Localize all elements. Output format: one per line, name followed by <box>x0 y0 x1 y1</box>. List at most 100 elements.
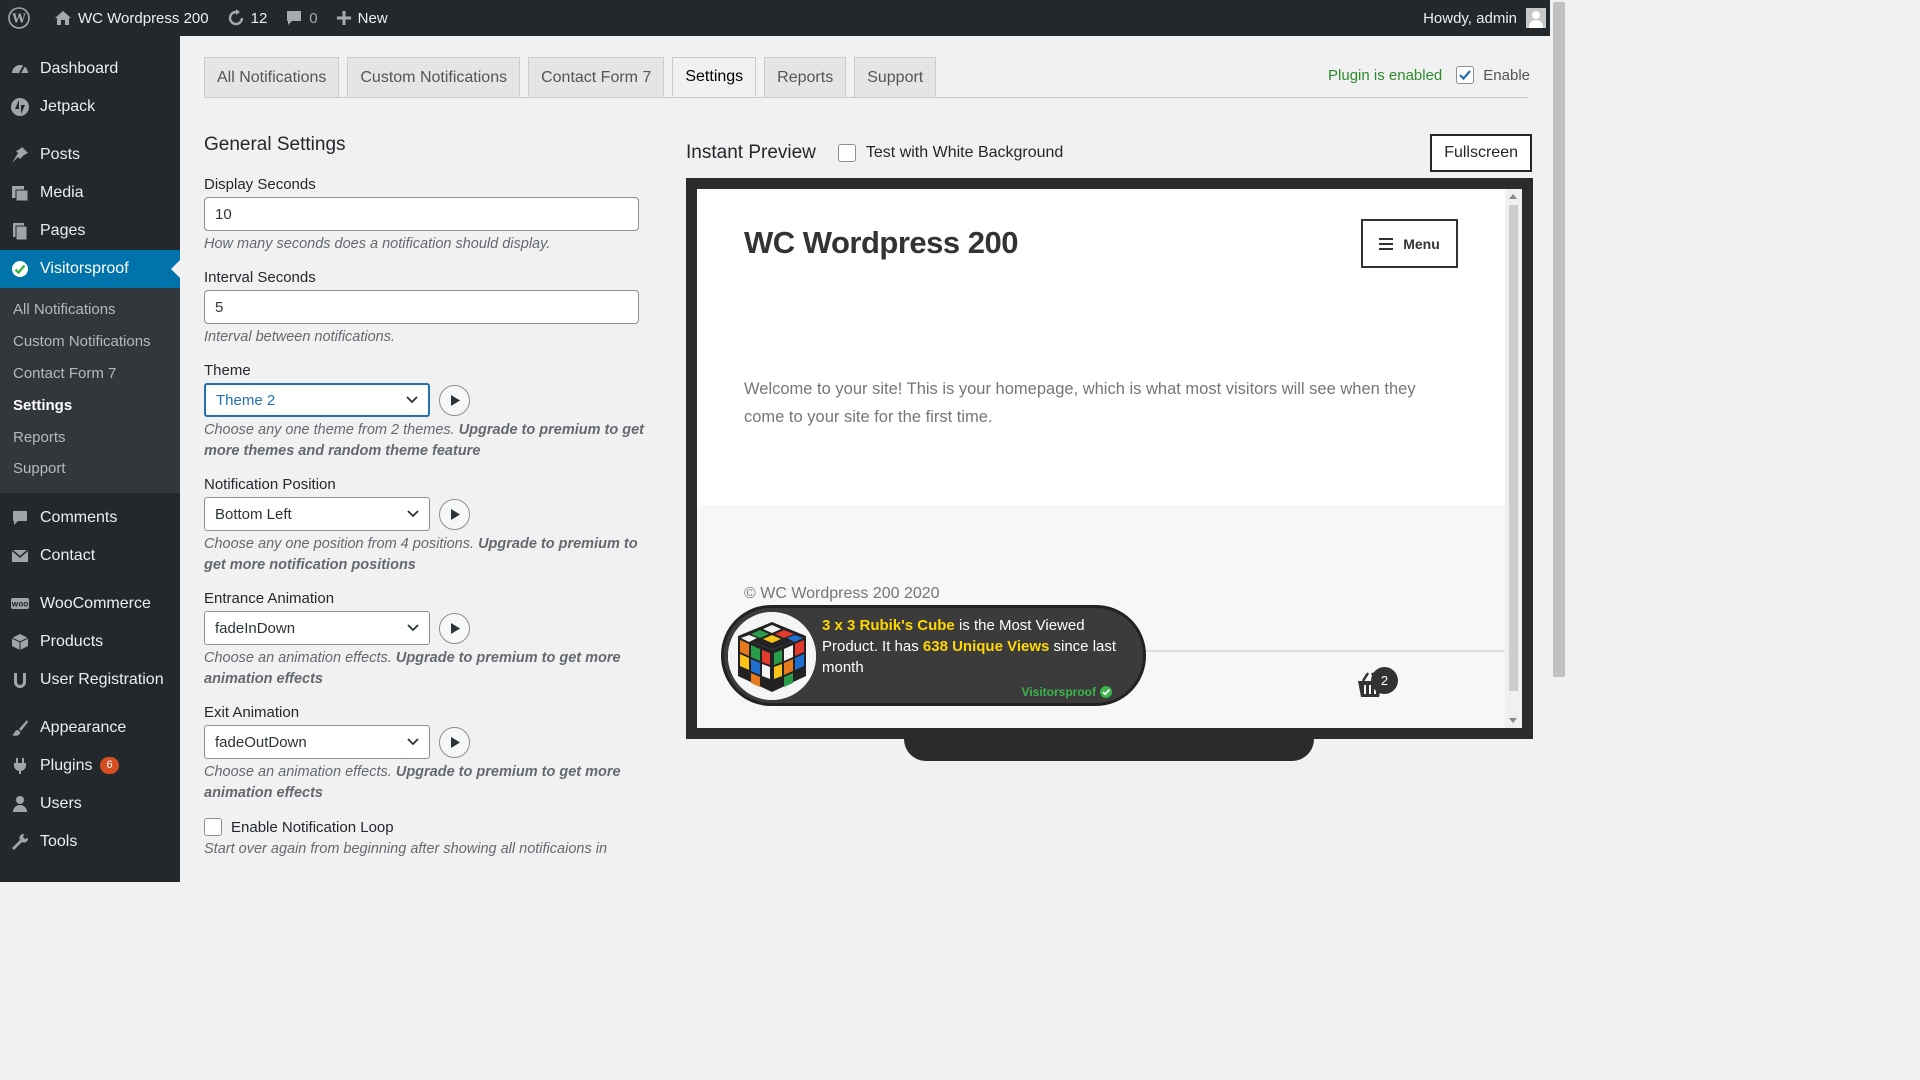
visitorsproof-brand-label: Visitorsproof <box>1021 685 1096 699</box>
submenu-reports[interactable]: Reports <box>0 421 180 453</box>
box-icon <box>10 632 30 652</box>
menu-user-registration[interactable]: User Registration <box>0 661 180 699</box>
position-preview-play-button[interactable] <box>439 498 470 530</box>
entrance-preview-play-button[interactable] <box>439 612 470 644</box>
chevron-down-icon <box>406 396 418 404</box>
preview-welcome-text: Welcome to your site! This is your homep… <box>744 380 1416 426</box>
tab-reports[interactable]: Reports <box>764 57 847 97</box>
fullscreen-button[interactable]: Fullscreen <box>1430 134 1532 172</box>
menu-contact[interactable]: Contact <box>0 537 180 575</box>
menu-users[interactable]: Users <box>0 785 180 823</box>
position-select[interactable]: Bottom Left <box>204 497 430 531</box>
submenu-custom-notifications[interactable]: Custom Notifications <box>0 326 180 358</box>
menu-label: Appearance <box>40 718 127 736</box>
menu-visitorsproof[interactable]: Visitorsproof <box>0 250 180 288</box>
submenu-all-notifications[interactable]: All Notifications <box>0 294 180 326</box>
position-field: Notification Position Bottom Left Choose… <box>204 476 644 576</box>
enable-checkbox[interactable] <box>1456 66 1475 84</box>
exit-animation-select[interactable]: fadeOutDown <box>204 725 430 759</box>
window-scrollbar[interactable] <box>1550 0 1568 882</box>
menu-label: Plugins <box>40 756 93 774</box>
menu-label: Visitorsproof <box>40 260 129 277</box>
theme-preview-play-button[interactable] <box>439 384 470 416</box>
interval-seconds-label: Interval Seconds <box>204 269 316 286</box>
window-scrollbar-thumb[interactable] <box>1553 2 1565 677</box>
theme-select[interactable]: Theme 2 <box>204 383 430 417</box>
preview-copyright: © WC Wordpress 200 2020 <box>744 585 940 602</box>
menu-posts[interactable]: Posts <box>0 136 180 174</box>
menu-label: Jetpack <box>40 98 96 115</box>
comments-count: 0 <box>309 9 318 27</box>
menu-appearance[interactable]: Appearance <box>0 709 180 747</box>
user-reg-icon <box>10 670 30 690</box>
menu-jetpack[interactable]: Jetpack <box>0 88 180 126</box>
menu-media[interactable]: Media <box>0 174 180 212</box>
visitorsproof-submenu: All Notifications Custom Notifications C… <box>0 288 180 493</box>
preview-scrollbar[interactable] <box>1505 189 1522 728</box>
brush-icon <box>10 718 30 738</box>
preview-scrollbar-thumb[interactable] <box>1509 205 1518 691</box>
enable-label: Enable <box>1483 66 1530 84</box>
exit-desc-text: Choose an animation effects. <box>204 764 392 780</box>
site-name-link[interactable]: WC Wordpress 200 <box>45 0 218 36</box>
menu-tools[interactable]: Tools <box>0 823 180 861</box>
menu-label: Pages <box>40 222 86 239</box>
general-settings-panel: General Settings Display Seconds 10 How … <box>204 134 644 860</box>
interval-seconds-desc: Interval between notifications. <box>204 329 396 345</box>
tabs-divider <box>204 97 1528 98</box>
menu-label: Dashboard <box>40 60 119 77</box>
exit-animation-value: fadeOutDown <box>215 733 307 751</box>
main-content: All Notifications Custom Notifications C… <box>180 36 1550 882</box>
entrance-animation-select[interactable]: fadeInDown <box>204 611 430 645</box>
preview-menu-button[interactable]: Menu <box>1361 219 1458 268</box>
entrance-animation-value: fadeInDown <box>215 619 296 637</box>
preview-stand <box>904 739 1314 761</box>
comments-link[interactable]: 0 <box>276 0 326 36</box>
display-seconds-input[interactable]: 10 <box>204 197 639 231</box>
admin-sidebar: Dashboard Jetpack Posts Media Pages Visi… <box>0 36 180 882</box>
menu-plugins[interactable]: Plugins 6 <box>0 747 180 785</box>
tab-all-notifications[interactable]: All Notifications <box>204 57 340 97</box>
menu-products[interactable]: Products <box>0 623 180 661</box>
instant-preview-title: Instant Preview <box>686 142 816 163</box>
my-account-link[interactable]: Howdy, admin <box>1414 0 1568 36</box>
white-background-checkbox[interactable] <box>837 144 856 162</box>
menu-woocommerce[interactable]: WOO WooCommerce <box>0 585 180 623</box>
new-label: New <box>357 9 388 27</box>
exit-preview-play-button[interactable] <box>439 726 470 758</box>
chevron-down-icon <box>407 510 419 518</box>
menu-label: Comments <box>40 508 118 526</box>
submenu-settings[interactable]: Settings <box>0 389 180 421</box>
svg-text:WOO: WOO <box>12 601 29 608</box>
site-name: WC Wordpress 200 <box>78 9 209 27</box>
notification-popup[interactable]: 3 x 3 Rubik's Cube is the Most Viewed Pr… <box>721 605 1146 706</box>
scroll-up-arrow-icon[interactable] <box>1509 194 1517 199</box>
theme-label: Theme <box>204 362 251 379</box>
updates-link[interactable]: 12 <box>218 0 277 36</box>
interval-seconds-input[interactable]: 5 <box>204 290 639 324</box>
menu-comments[interactable]: Comments <box>0 499 180 537</box>
new-content-link[interactable]: New <box>327 0 397 36</box>
menu-pages[interactable]: Pages <box>0 212 180 250</box>
pin-icon <box>10 145 30 165</box>
menu-label: Tools <box>40 832 78 850</box>
plugins-update-badge: 6 <box>100 757 119 775</box>
plus-icon <box>336 11 351 25</box>
notification-loop-checkbox[interactable] <box>204 818 222 836</box>
theme-desc: Choose any one theme from 2 themes. Upgr… <box>204 420 644 462</box>
white-background-label: Test with White Background <box>865 144 1064 161</box>
tab-support[interactable]: Support <box>854 57 937 97</box>
submenu-contact-form-7[interactable]: Contact Form 7 <box>0 358 180 390</box>
pages-icon <box>10 221 30 241</box>
tab-contact-form-7[interactable]: Contact Form 7 <box>528 57 665 97</box>
tab-settings[interactable]: Settings <box>672 57 757 97</box>
menu-dashboard[interactable]: Dashboard <box>0 50 180 88</box>
jetpack-icon <box>10 97 30 117</box>
general-settings-title: General Settings <box>204 134 346 155</box>
scroll-down-arrow-icon[interactable] <box>1509 718 1517 723</box>
submenu-support[interactable]: Support <box>0 453 180 485</box>
position-label: Notification Position <box>204 476 336 493</box>
wordpress-logo-icon[interactable]: W <box>0 0 45 36</box>
chevron-down-icon <box>407 624 419 632</box>
tab-custom-notifications[interactable]: Custom Notifications <box>347 57 521 97</box>
